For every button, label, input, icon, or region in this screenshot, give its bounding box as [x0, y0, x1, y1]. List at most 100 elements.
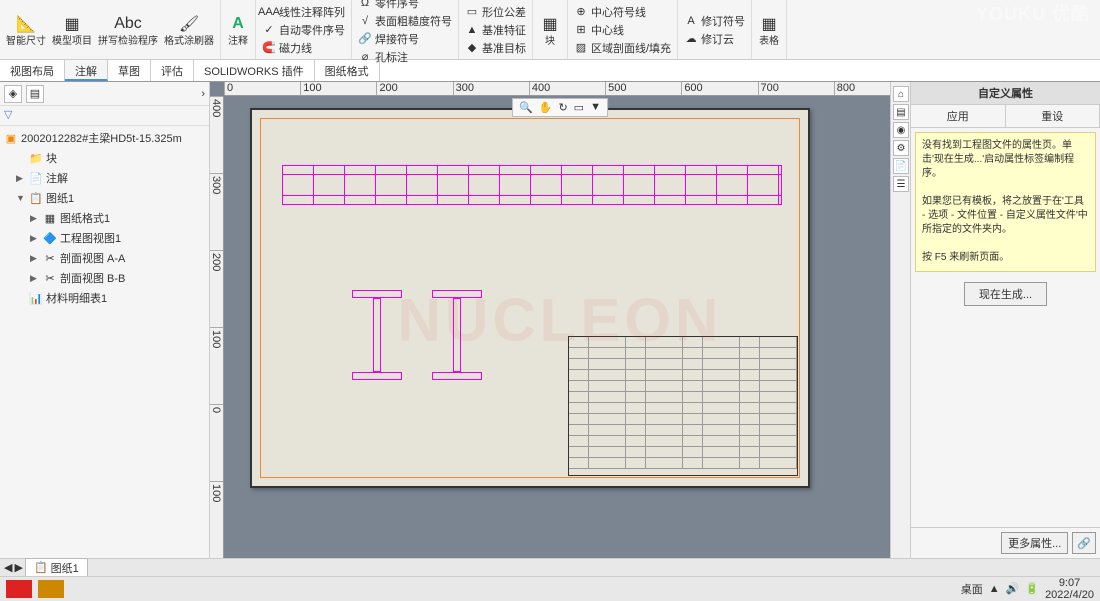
tray-icon-3[interactable]: 🔋 — [1025, 582, 1039, 595]
home-icon[interactable]: ⌂ — [893, 86, 909, 102]
ribbon-button[interactable]: ▲基准特征 — [465, 22, 526, 38]
ribbon-button[interactable]: 🔗焊接符号 — [358, 31, 452, 47]
tree-item[interactable]: ▶▦图纸格式1 — [0, 208, 209, 228]
chevron-icon[interactable]: ▶ — [30, 253, 40, 264]
tree-filter[interactable]: ▽ — [0, 106, 209, 126]
ribbon-button[interactable]: 🧲磁力线 — [262, 40, 345, 56]
chevron-icon[interactable]: ▶ — [30, 213, 40, 224]
tree-item[interactable]: ▶🔷工程图视图1 — [0, 228, 209, 248]
properties-panel: 自定义属性 应用 重设 没有找到工程图文件的属性页。单击'现在生成...'启动属… — [910, 82, 1100, 558]
ribbon-button[interactable]: √表面粗糙度符号 — [358, 13, 452, 29]
ribbon-button[interactable]: ▦模型项目 — [52, 13, 92, 47]
drawing-sheet[interactable] — [250, 108, 810, 488]
tree-item[interactable]: ▶✂剖面视图 A-A — [0, 248, 209, 268]
tree-item-label: 块 — [46, 150, 57, 166]
ribbon-tab[interactable]: SOLIDWORKS 插件 — [194, 60, 315, 81]
tree-toolbar: ◈ ▤ › — [0, 82, 209, 106]
tree-item[interactable]: ▶✂剖面视图 B-B — [0, 268, 209, 288]
tree-item-icon: 🔷 — [43, 231, 57, 245]
ribbon-button[interactable]: 🖌格式涂刷器 — [164, 13, 214, 47]
taskbar-time[interactable]: 9:07 — [1045, 577, 1094, 589]
gear-icon[interactable]: ⚙ — [893, 140, 909, 156]
ribbon-button[interactable]: Abc拼写检验程序 — [98, 13, 158, 47]
tree-list-button[interactable]: ▤ — [26, 85, 44, 103]
ribbon-button[interactable]: A修订符号 — [684, 13, 745, 29]
ribbon-button[interactable]: AAA线性注释阵列 — [262, 4, 345, 20]
table-button[interactable]: ▦ 表格 — [758, 13, 780, 47]
pan-icon[interactable]: ✋ — [537, 101, 555, 114]
titleblock-cell — [740, 436, 760, 446]
titleblock-cell — [760, 392, 797, 402]
tree-item[interactable]: ▼📋图纸1 — [0, 188, 209, 208]
properties-title: 自定义属性 — [911, 82, 1100, 105]
block-button[interactable]: ▦ 块 — [539, 13, 561, 47]
ribbon-button[interactable]: ✓自动零件序号 — [262, 22, 345, 38]
generate-now-button[interactable]: 现在生成... — [964, 282, 1047, 306]
chevron-icon[interactable]: ▼ — [16, 193, 26, 203]
chevron-icon[interactable]: ▶ — [16, 173, 26, 184]
prev-sheet-button[interactable]: ◀ — [4, 561, 12, 574]
table-label: 表格 — [759, 36, 779, 47]
annotation-button[interactable]: A 注释 — [227, 13, 249, 47]
more-properties-button[interactable]: 更多属性... — [1001, 532, 1068, 554]
ribbon-button[interactable]: ▭形位公差 — [465, 4, 526, 20]
ribbon-button[interactable]: ▨区域剖面线/填充 — [574, 40, 671, 56]
ribbon-tab[interactable]: 注解 — [65, 60, 108, 81]
tree-expand-button[interactable]: › — [201, 88, 205, 100]
zoom-fit-icon[interactable]: 🔍 — [517, 101, 535, 114]
list-icon[interactable]: ☰ — [893, 176, 909, 192]
ribbon-button[interactable]: ⊞中心线 — [574, 22, 671, 38]
ribbon-label: 线性注释阵列 — [279, 4, 345, 20]
ruler-tick: 200 — [376, 82, 452, 95]
link-button[interactable]: 🔗 — [1072, 532, 1096, 554]
view-icon[interactable]: ◉ — [893, 122, 909, 138]
ribbon-button[interactable]: ⊕中心符号线 — [574, 4, 671, 20]
apply-tab[interactable]: 应用 — [911, 105, 1006, 127]
titleblock-cell — [703, 370, 740, 380]
select-icon[interactable]: ▭ — [572, 101, 586, 114]
taskbar-desktop[interactable]: 桌面 — [961, 581, 983, 597]
doc-icon[interactable]: 📄 — [893, 158, 909, 174]
tray-icon-1[interactable]: ▲ — [989, 583, 1000, 595]
chevron-icon[interactable]: ▶ — [30, 273, 40, 284]
tree-item[interactable]: ▶📄注解 — [0, 168, 209, 188]
ribbon: 📐智能尺寸▦模型项目Abc拼写检验程序🖌格式涂刷器 A 注释 AAA线性注释阵列… — [0, 0, 1100, 60]
tree-item-icon: ✂ — [43, 251, 57, 265]
ribbon-button[interactable]: ◆基准目标 — [465, 40, 526, 56]
ruler-tick: 500 — [605, 82, 681, 95]
ribbon-icon: ☁ — [684, 32, 698, 46]
ribbon-icon: ▦ — [61, 13, 83, 35]
table-icon: ▦ — [758, 13, 780, 35]
taskbar-date[interactable]: 2022/4/20 — [1045, 589, 1094, 601]
sheet-icon: 📋 — [34, 561, 48, 574]
ribbon-button[interactable]: ☁修订云 — [684, 31, 745, 47]
tree-item-label: 剖面视图 A-A — [60, 250, 125, 266]
next-sheet-button[interactable]: ▶ — [14, 561, 22, 574]
titleblock-cell — [703, 337, 740, 347]
ribbon-tab[interactable]: 草图 — [108, 60, 151, 81]
tray-icon-2[interactable]: 🔊 — [1006, 582, 1020, 595]
tree-root[interactable]: ▣ 2002012282#主梁HD5t-15.325m — [0, 128, 209, 148]
ribbon-tab[interactable]: 图纸格式 — [315, 60, 380, 81]
tree-view-button[interactable]: ◈ — [4, 85, 22, 103]
view-icon[interactable]: ▼ — [588, 101, 603, 114]
sheet-tab[interactable]: 📋 图纸1 — [25, 558, 88, 578]
ribbon-icon: ✓ — [262, 23, 276, 37]
annotation-icon: A — [227, 13, 249, 35]
drawing-canvas[interactable]: 0100200300400500600700800 40030020010001… — [210, 82, 910, 558]
layers-icon[interactable]: ▤ — [893, 104, 909, 120]
reset-tab[interactable]: 重设 — [1006, 105, 1100, 127]
ribbon-button[interactable]: Ω零件序号 — [358, 0, 452, 11]
taskbar-app-2[interactable] — [38, 580, 64, 598]
titleblock-row — [569, 447, 797, 458]
ribbon-tab[interactable]: 视图布局 — [0, 60, 65, 81]
tree-item[interactable]: 📁块 — [0, 148, 209, 168]
tree-item[interactable]: 📊材料明细表1 — [0, 288, 209, 308]
taskbar-app-1[interactable] — [6, 580, 32, 598]
ribbon-tab[interactable]: 评估 — [151, 60, 194, 81]
titleblock-cell — [683, 370, 703, 380]
rotate-icon[interactable]: ↻ — [556, 101, 569, 114]
ribbon-button[interactable]: 📐智能尺寸 — [6, 13, 46, 47]
tree-item-label: 工程图视图1 — [60, 230, 121, 246]
chevron-icon[interactable]: ▶ — [30, 233, 40, 244]
